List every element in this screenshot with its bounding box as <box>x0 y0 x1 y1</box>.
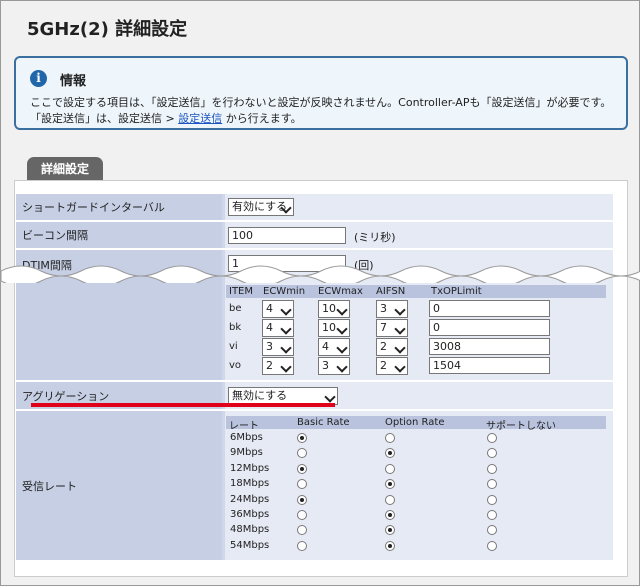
wmm-item: vo <box>229 360 242 371</box>
tab-advanced-settings[interactable]: 詳細設定 <box>27 157 103 181</box>
wmm-col-txop: TxOPLimit <box>431 286 482 297</box>
beacon-interval-label: ビーコン間隔 <box>16 222 222 248</box>
beacon-interval-unit: (ミリ秒) <box>354 231 396 244</box>
ecwmin-select[interactable]: 4 <box>262 319 294 337</box>
rate-label: 6Mbps <box>230 432 263 443</box>
receive-rate-cell <box>225 411 613 560</box>
aifsn-select[interactable]: 3 <box>376 300 408 318</box>
beacon-interval-input[interactable]: 100 <box>228 227 346 244</box>
rate-option-radio[interactable] <box>385 494 395 505</box>
info-line2: 「設定送信」は、設定送信 > 設定送信 から行えます。 <box>30 111 611 127</box>
row-receive-rate: 受信レート <box>16 411 613 560</box>
aifsn-select[interactable]: 2 <box>376 338 408 356</box>
rate-col-unsupported: サポートしない <box>486 421 556 432</box>
wmm-item: vi <box>229 341 238 352</box>
rate-option-radio[interactable] <box>385 510 395 520</box>
rate-col-basic: Basic Rate <box>297 417 350 428</box>
rate-label: 24Mbps <box>230 493 270 505</box>
rate-label: 18Mbps <box>230 478 270 490</box>
wmm-item: bk <box>229 322 242 333</box>
rate-label: 9Mbps <box>230 447 263 459</box>
page-break-graphic <box>1 265 640 283</box>
info-icon: i <box>30 70 47 87</box>
page-title: 5GHz(2) 詳細設定 <box>27 19 188 40</box>
ecwmin-select[interactable]: 3 <box>262 338 294 356</box>
rate-basic-radio[interactable] <box>297 494 307 505</box>
rate-label: 48Mbps <box>230 524 270 536</box>
rate-unsupported-radio[interactable] <box>487 540 497 551</box>
rate-unsupported-radio[interactable] <box>487 433 497 443</box>
receive-rate-label: 受信レート <box>16 411 222 560</box>
window-frame: 5GHz(2) 詳細設定 i 情報 ここで設定する項目は、「設定送信」を行わない… <box>0 0 640 586</box>
info-line2-pre: 「設定送信」は、設定送信 > <box>30 112 179 125</box>
ecwmax-select[interactable]: 10 <box>318 300 350 318</box>
rate-basic-radio[interactable] <box>297 510 307 520</box>
guard-interval-cell: 有効にする <box>225 194 613 220</box>
aifsn-select[interactable]: 7 <box>376 319 408 337</box>
ecwmax-select[interactable]: 4 <box>318 338 350 356</box>
aifsn-select[interactable]: 2 <box>376 357 408 375</box>
rate-unsupported-radio[interactable] <box>487 463 497 474</box>
info-line2-post: から行えます。 <box>222 112 302 125</box>
info-box: i 情報 ここで設定する項目は、「設定送信」を行わないと設定が反映されません。C… <box>14 56 628 130</box>
info-line1: ここで設定する項目は、「設定送信」を行わないと設定が反映されません。Contro… <box>30 96 612 109</box>
beacon-interval-cell: 100 (ミリ秒) <box>225 222 613 248</box>
ecwmin-select[interactable]: 4 <box>262 300 294 318</box>
wmm-item: be <box>229 303 242 314</box>
wmm-col-ecwmin: ECWmin <box>263 286 306 297</box>
wmm-col-ecwmax: ECWmax <box>318 286 363 297</box>
rate-label: 36Mbps <box>230 509 270 520</box>
txop-input[interactable]: 3008 <box>429 338 550 355</box>
wmm-col-item: ITEM <box>229 286 254 297</box>
info-text: ここで設定する項目は、「設定送信」を行わないと設定が反映されません。Contro… <box>30 95 611 127</box>
rate-label: 12Mbps <box>230 462 270 474</box>
highlight-underline <box>31 403 335 407</box>
ecwmin-select[interactable]: 2 <box>262 357 294 375</box>
txop-input[interactable]: 1504 <box>429 357 550 374</box>
rate-unsupported-radio[interactable] <box>487 494 497 505</box>
rate-basic-radio[interactable] <box>297 463 307 474</box>
guard-interval-select[interactable]: 有効にする <box>228 198 294 216</box>
ecwmax-select[interactable]: 10 <box>318 319 350 337</box>
rate-basic-radio[interactable] <box>297 540 307 551</box>
rate-option-radio[interactable] <box>385 540 395 551</box>
ecwmax-select[interactable]: 3 <box>318 357 350 375</box>
rate-col-rate: レート <box>229 421 259 432</box>
rate-option-radio[interactable] <box>385 463 395 474</box>
info-title: 情報 <box>60 74 87 89</box>
row-beacon-interval: ビーコン間隔 100 (ミリ秒) <box>16 222 613 248</box>
rate-basic-radio[interactable] <box>297 433 307 443</box>
guard-interval-label: ショートガードインターバル <box>16 194 222 220</box>
txop-input[interactable]: 0 <box>429 319 550 336</box>
rate-option-radio[interactable] <box>385 433 395 443</box>
wmm-col-aifsn: AIFSN <box>376 286 406 297</box>
txop-input[interactable]: 0 <box>429 300 550 317</box>
rate-unsupported-radio[interactable] <box>487 510 497 520</box>
rate-label: 54Mbps <box>230 539 270 551</box>
rate-col-option: Option Rate <box>385 417 445 428</box>
row-guard-interval: ショートガードインターバル 有効にする <box>16 194 613 220</box>
settings-send-link[interactable]: 設定送信 <box>178 112 222 125</box>
